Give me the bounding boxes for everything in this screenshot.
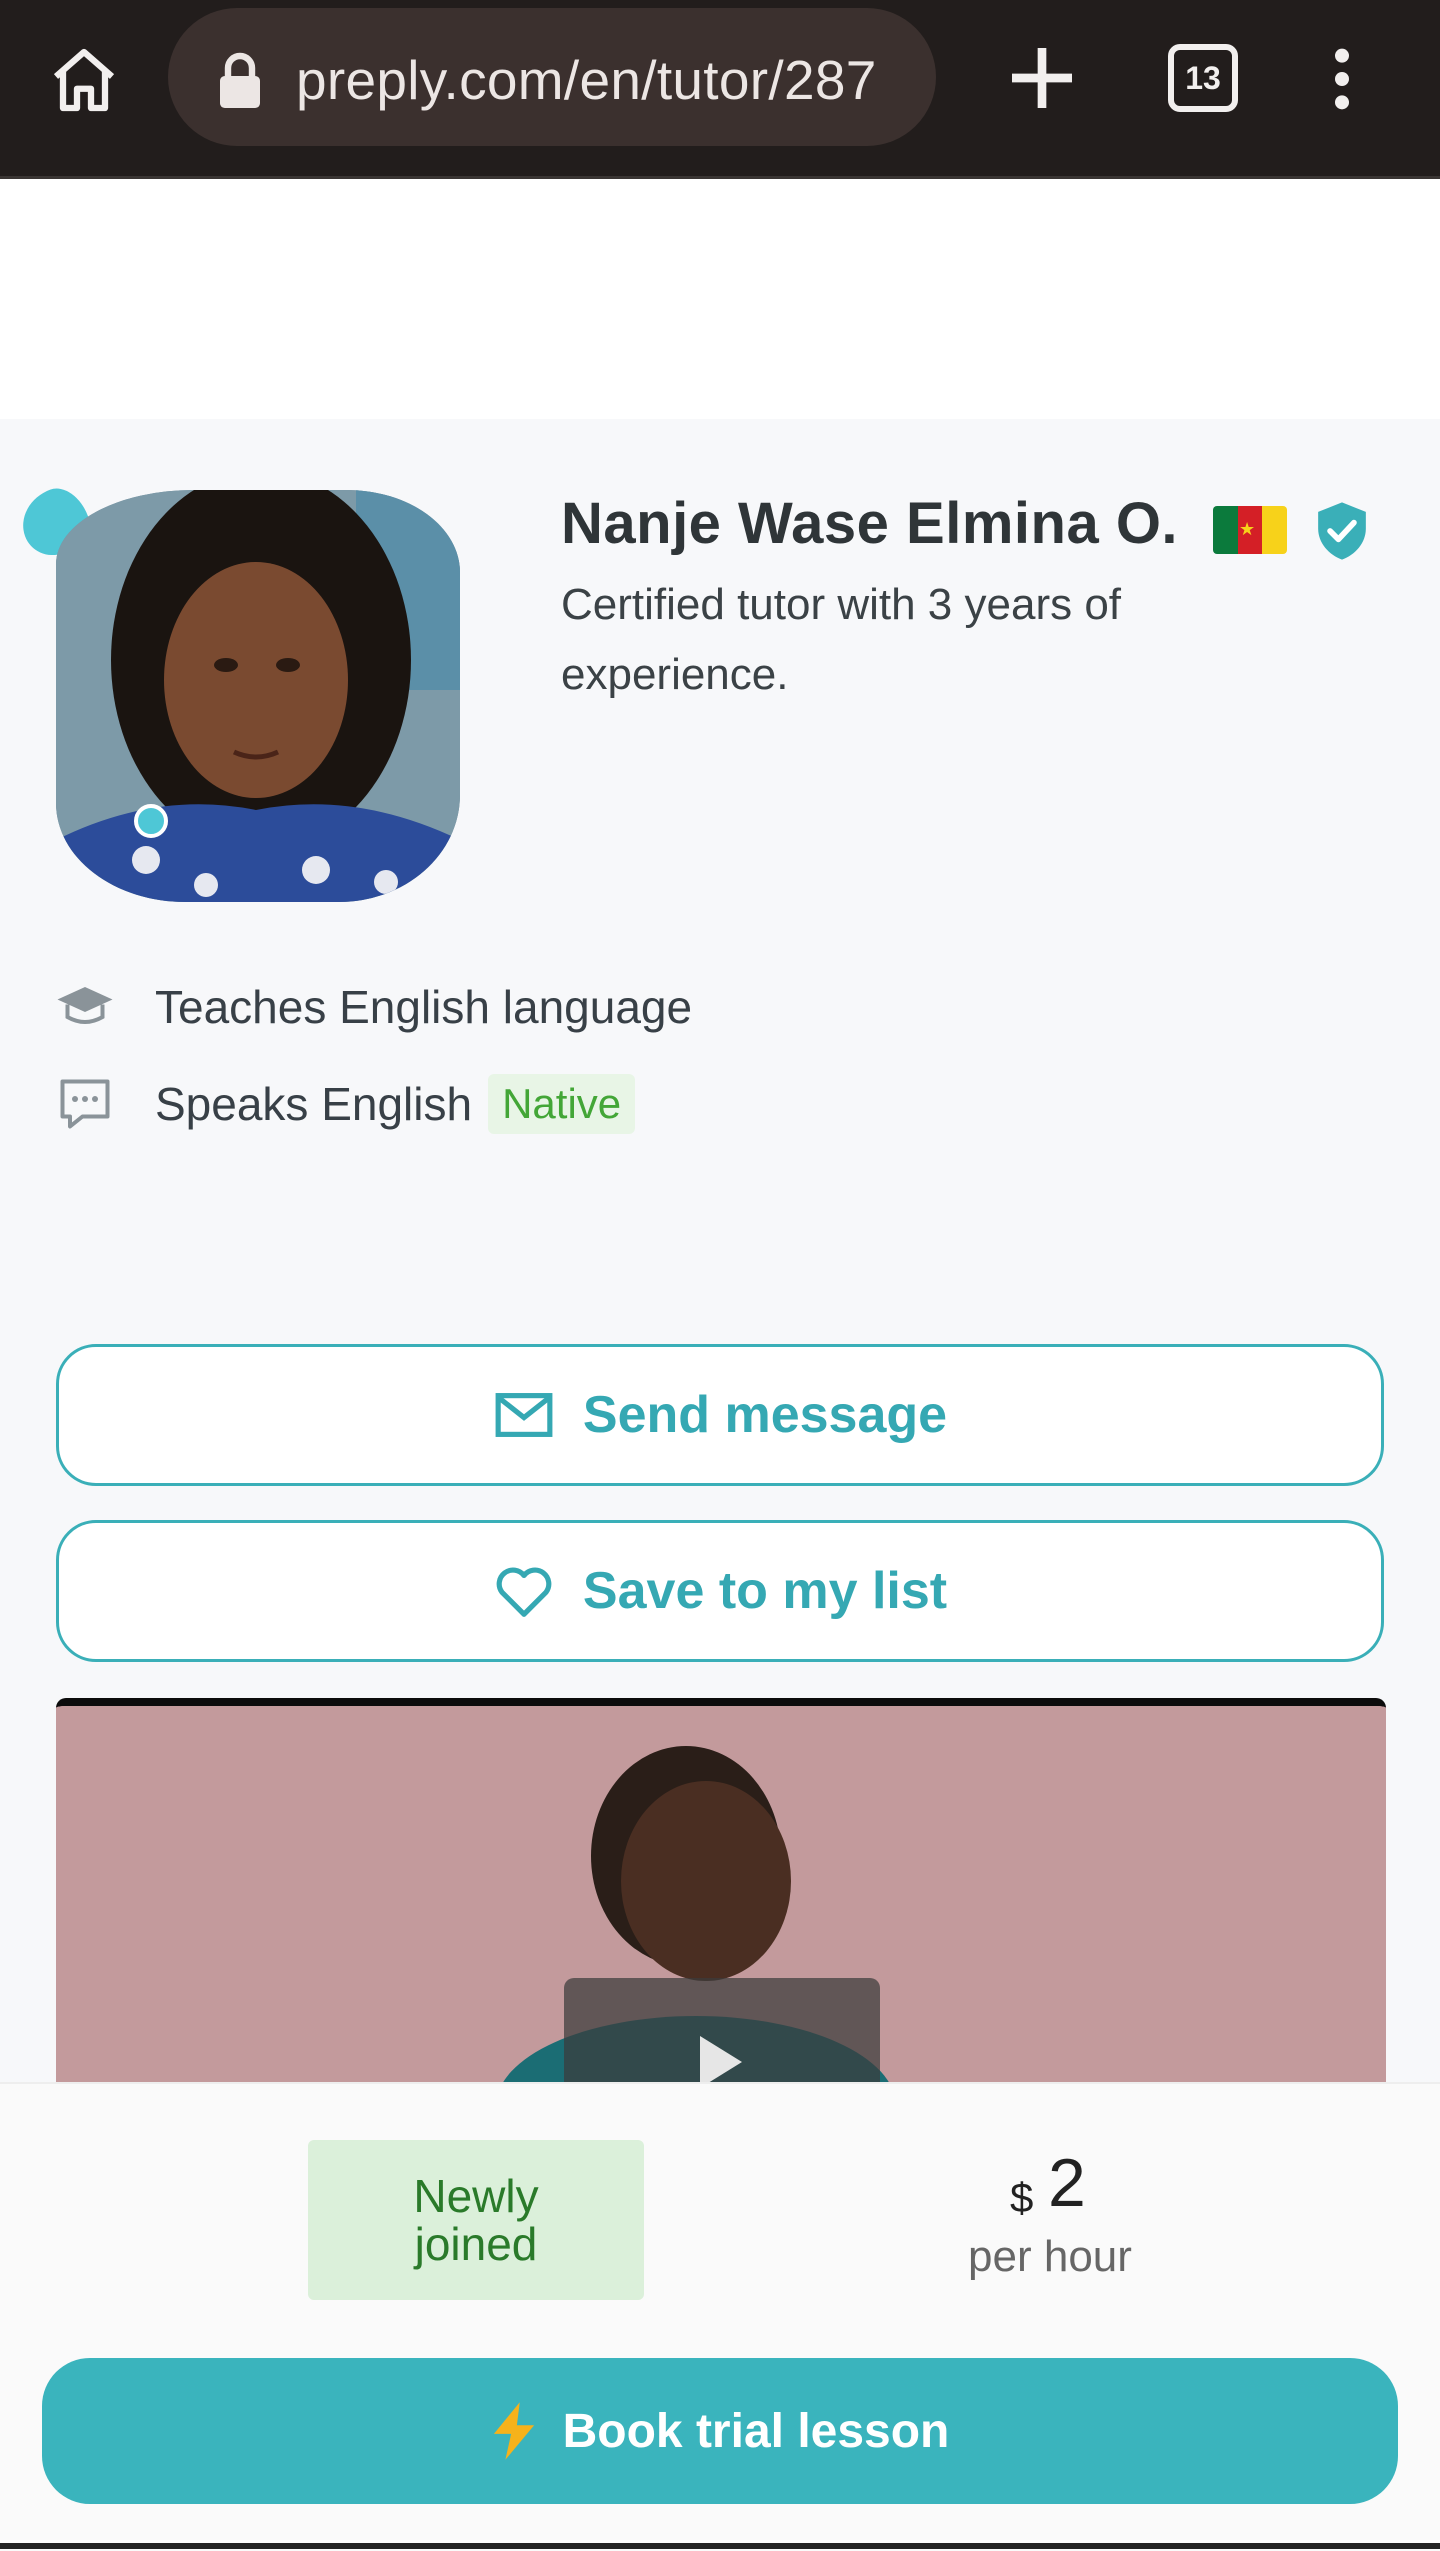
chat-icon bbox=[60, 1079, 110, 1129]
native-badge: Native bbox=[488, 1074, 636, 1134]
play-button[interactable] bbox=[564, 1978, 880, 2086]
speaks-row: Speaks English Native bbox=[55, 1069, 636, 1139]
tabs-button[interactable]: 13 bbox=[1168, 44, 1238, 112]
newly-line2: joined bbox=[414, 2218, 538, 2270]
browser-toolbar: preply.com/en/tutor/287 13 bbox=[0, 0, 1440, 179]
price-currency: $ bbox=[1010, 2174, 1034, 2221]
tab-count: 13 bbox=[1185, 60, 1221, 96]
heart-icon bbox=[496, 1567, 552, 1617]
bottom-edge bbox=[0, 2543, 1440, 2549]
per-hour-label: per hour bbox=[968, 2232, 1132, 2281]
save-to-list-label: Save to my list bbox=[582, 1562, 948, 1620]
lock-icon bbox=[220, 52, 260, 108]
price-amount: 2 bbox=[1048, 2145, 1086, 2221]
graduation-cap-icon bbox=[57, 987, 113, 1024]
send-message-label: Send message bbox=[582, 1386, 948, 1444]
book-trial-label: Book trial lesson bbox=[562, 2404, 950, 2458]
online-status-dot bbox=[134, 804, 168, 838]
price: $ 2 bbox=[1000, 2144, 1100, 2224]
tutor-name[interactable]: Nanje Wase Elmina O. bbox=[561, 490, 1178, 557]
tutor-tagline: Certified tutor with 3 years of experien… bbox=[561, 580, 1122, 699]
newly-line1: Newly bbox=[413, 2170, 539, 2222]
teaches-text: Teaches English language bbox=[155, 981, 693, 1033]
intro-video[interactable] bbox=[56, 1698, 1386, 2086]
send-message-button[interactable]: Send message bbox=[56, 1344, 1384, 1486]
tutor-avatar[interactable] bbox=[13, 480, 460, 908]
newly-joined-badge: Newly joined bbox=[308, 2140, 644, 2300]
mail-icon bbox=[495, 1393, 553, 1437]
speaks-text: Speaks English bbox=[155, 1078, 473, 1130]
booking-bar: Newly joined $ 2 per hour Book trial les… bbox=[0, 2082, 1440, 2551]
address-bar[interactable]: preply.com/en/tutor/287 bbox=[168, 8, 936, 146]
more-vert-icon[interactable] bbox=[1320, 44, 1364, 114]
play-icon bbox=[700, 2036, 742, 2086]
plus-icon[interactable] bbox=[1002, 38, 1082, 118]
bolt-icon bbox=[493, 2402, 534, 2460]
avatar-photo bbox=[56, 490, 460, 902]
url-text: preply.com/en/tutor/287 bbox=[296, 49, 877, 111]
save-to-list-button[interactable]: Save to my list bbox=[56, 1520, 1384, 1662]
book-trial-button[interactable]: Book trial lesson bbox=[42, 2358, 1398, 2504]
cameroon-flag-icon: ★ bbox=[1213, 506, 1287, 554]
home-icon[interactable] bbox=[42, 38, 126, 122]
header-space bbox=[0, 179, 1440, 419]
verified-shield-icon[interactable] bbox=[1313, 500, 1371, 562]
teaches-row: Teaches English language bbox=[55, 972, 692, 1042]
